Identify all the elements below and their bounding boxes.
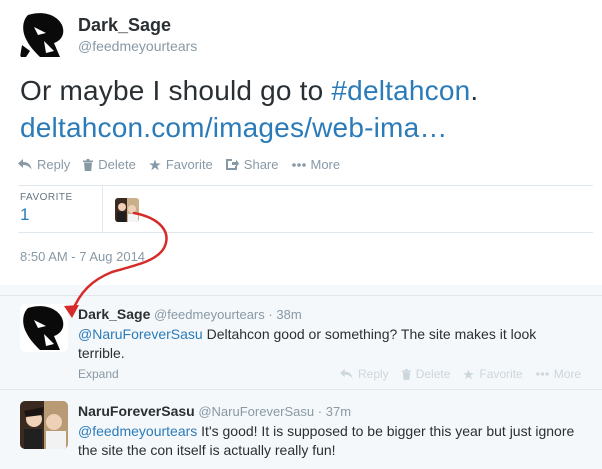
tweet-text-plain: Or maybe I should go to bbox=[20, 75, 332, 106]
reply-icon bbox=[18, 159, 32, 170]
tweet-stats: FAVORITE 1 bbox=[18, 186, 593, 232]
favorite-stat-count: 1 bbox=[20, 205, 30, 224]
trash-icon bbox=[83, 158, 94, 171]
more-button[interactable]: More bbox=[291, 157, 341, 172]
reply-author-name[interactable]: Dark_Sage bbox=[78, 306, 150, 322]
reply-favorite-button[interactable]: Favorite bbox=[463, 367, 523, 381]
reply-author-name[interactable]: NaruForeverSasu bbox=[78, 403, 195, 419]
author-handle[interactable]: @feedmeyourtears bbox=[78, 36, 197, 56]
stat-separator bbox=[102, 186, 103, 232]
reply-dot: · bbox=[317, 404, 323, 419]
tweet-actions: Reply Delete Favorite Share More bbox=[18, 157, 353, 172]
favorite-label: Favorite bbox=[165, 157, 213, 172]
tweet-text: Or maybe I should go to #deltahcon. delt… bbox=[20, 72, 590, 146]
more-label: More bbox=[310, 157, 341, 172]
reply-avatar[interactable] bbox=[20, 304, 68, 352]
more-dots-icon bbox=[535, 372, 549, 376]
tweet-timestamp[interactable]: 8:50 AM - 7 Aug 2014 bbox=[20, 249, 145, 264]
reply-button[interactable]: Reply bbox=[18, 157, 70, 172]
reply-delete-label: Delete bbox=[415, 367, 451, 381]
share-button[interactable]: Share bbox=[225, 157, 279, 172]
reply-favorite-label: Favorite bbox=[479, 367, 523, 381]
reply-time[interactable]: 37m bbox=[326, 404, 351, 419]
reply-mention-link[interactable]: @feedmeyourtears bbox=[78, 423, 197, 439]
reply-text: @NaruForeverSasu Deltahcon good or somet… bbox=[78, 325, 578, 363]
share-label: Share bbox=[243, 157, 279, 172]
tweet-text-end: . bbox=[470, 75, 479, 106]
favorite-button[interactable]: Favorite bbox=[149, 157, 213, 172]
hashtag-link[interactable]: #deltahcon bbox=[331, 75, 470, 106]
reply-time[interactable]: 38m bbox=[276, 307, 301, 322]
author-name[interactable]: Dark_Sage bbox=[78, 14, 197, 36]
reply-actions: Reply Delete Favorite More bbox=[340, 367, 594, 381]
reply-item[interactable]: NaruForeverSasu @NaruForeverSasu · 37m @… bbox=[0, 391, 602, 469]
author-avatar[interactable] bbox=[20, 11, 68, 59]
reply-more-label: More bbox=[553, 367, 582, 381]
star-icon bbox=[463, 368, 475, 380]
reply-more-button[interactable]: More bbox=[535, 367, 582, 381]
reply-author-handle[interactable]: @NaruForeverSasu bbox=[198, 404, 314, 419]
reply-avatar[interactable] bbox=[20, 401, 68, 449]
url-link[interactable]: deltahcon.com/images/web-ima… bbox=[20, 112, 448, 143]
reply-reply-label: Reply bbox=[358, 367, 389, 381]
divider bbox=[18, 232, 593, 233]
delete-button[interactable]: Delete bbox=[83, 157, 136, 172]
reply-item[interactable]: Dark_Sage @feedmeyourtears · 38m @NaruFo… bbox=[0, 295, 602, 390]
author-block: Dark_Sage @feedmeyourtears bbox=[78, 14, 197, 56]
share-icon bbox=[225, 159, 239, 170]
reply-label: Reply bbox=[37, 157, 71, 172]
reply-delete-button[interactable]: Delete bbox=[401, 367, 451, 381]
reply-header: NaruForeverSasu @NaruForeverSasu · 37m bbox=[78, 403, 351, 419]
favorite-stat[interactable]: FAVORITE 1 bbox=[20, 192, 73, 225]
expand-link[interactable]: Expand bbox=[78, 367, 119, 381]
replies-section: Dark_Sage @feedmeyourtears · 38m @NaruFo… bbox=[0, 285, 602, 469]
reply-text: @feedmeyourtears It's good! It is suppos… bbox=[78, 422, 578, 460]
reply-reply-button[interactable]: Reply bbox=[340, 367, 389, 381]
favorite-stat-label: FAVORITE bbox=[20, 192, 73, 203]
reply-icon bbox=[340, 369, 353, 379]
reply-author-handle[interactable]: @feedmeyourtears bbox=[154, 307, 265, 322]
reply-header: Dark_Sage @feedmeyourtears · 38m bbox=[78, 306, 302, 322]
delete-label: Delete bbox=[98, 157, 136, 172]
favoriter-avatar[interactable] bbox=[115, 198, 139, 222]
star-icon bbox=[149, 159, 161, 171]
main-tweet: Dark_Sage @feedmeyourtears Or maybe I sh… bbox=[0, 0, 602, 285]
more-dots-icon bbox=[291, 162, 306, 167]
reply-dot: · bbox=[268, 307, 273, 322]
trash-icon bbox=[401, 368, 411, 380]
reply-mention-link[interactable]: @NaruForeverSasu bbox=[78, 326, 203, 342]
